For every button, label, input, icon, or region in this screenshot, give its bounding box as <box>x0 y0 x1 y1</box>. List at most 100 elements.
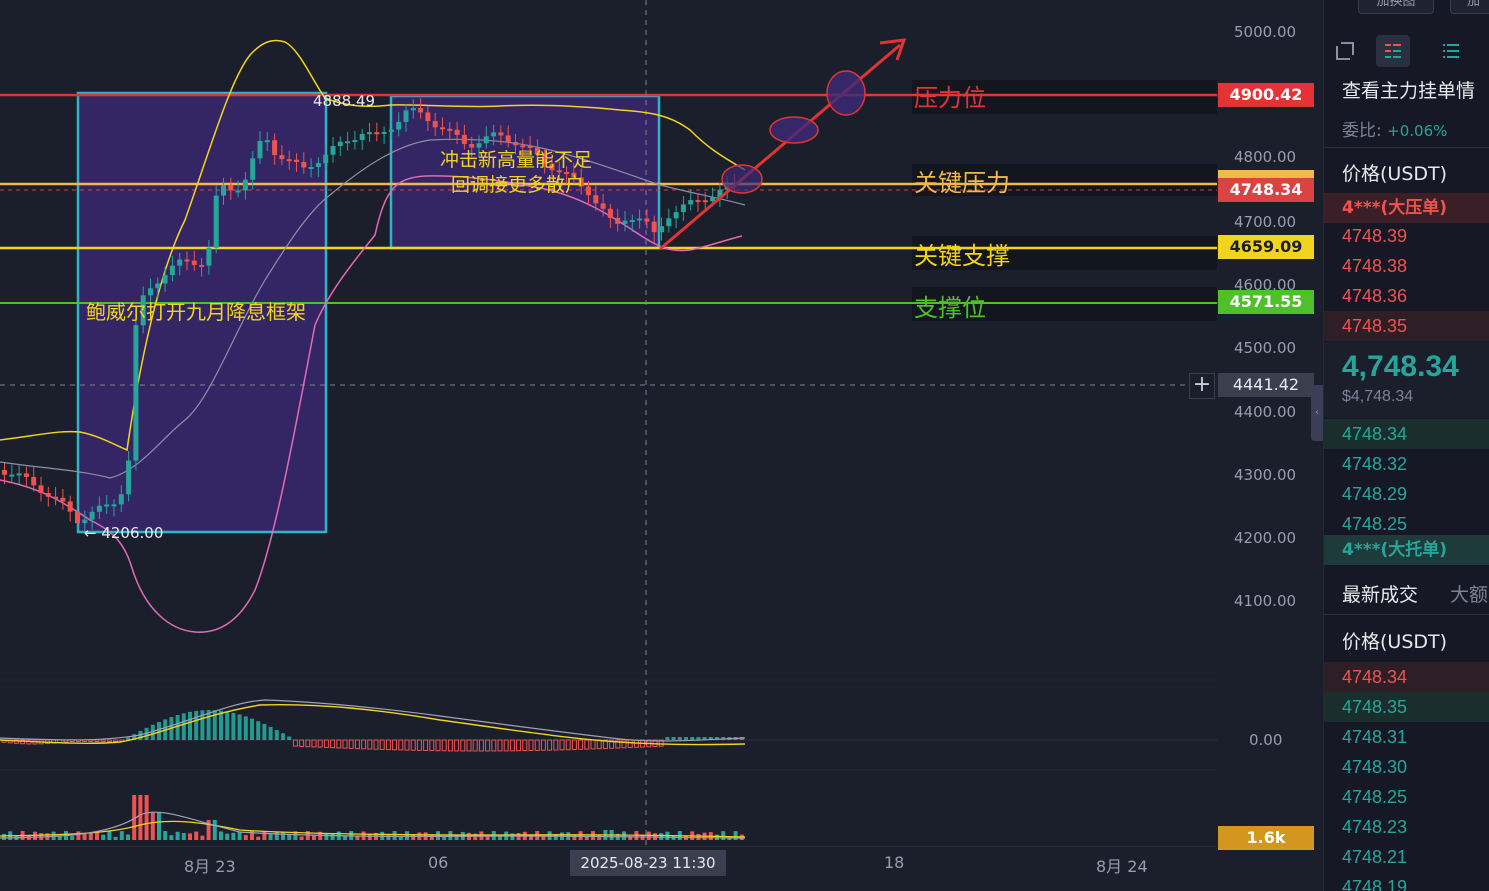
macd-bar <box>348 739 354 749</box>
box2-text-line1: 冲击新高量能不足 <box>440 149 593 171</box>
volume-bar <box>225 833 230 840</box>
price-chart[interactable] <box>0 0 1217 846</box>
box2-text-line2: 回调接更多散户 <box>451 174 585 196</box>
time-label-aug23: 8月 23 <box>184 857 236 876</box>
add-button[interactable]: 加 <box>1450 0 1489 14</box>
price-tick: 4700.00 <box>1234 213 1297 231</box>
bid-row[interactable]: 4748.29 <box>1324 479 1489 509</box>
macd-bar <box>460 739 466 752</box>
bid-row[interactable]: 4748.34 <box>1324 419 1489 449</box>
orderbook-both-icon <box>1385 44 1401 58</box>
candle-body <box>104 504 110 507</box>
macd-bar <box>466 739 472 752</box>
macd-histogram <box>1 710 744 752</box>
macd-bar <box>478 739 484 752</box>
key-pressure-label: 关键压力 <box>914 169 1010 197</box>
last-price-block: 4,748.34 $4,748.34 <box>1324 342 1489 418</box>
volume-bar <box>262 831 267 840</box>
trades-price-header: 价格(USDT) <box>1342 631 1448 653</box>
ask-row[interactable]: 4748.36 <box>1324 281 1489 311</box>
panel-collapse-handle[interactable]: ‹ <box>1311 385 1323 441</box>
macd-bar <box>571 739 577 751</box>
ask-row[interactable]: 4748.39 <box>1324 221 1489 251</box>
candle-body <box>680 204 686 213</box>
candle-body <box>264 140 270 143</box>
volume-bar <box>299 836 304 840</box>
macd-bar <box>416 739 422 751</box>
ratio-value: +0.06% <box>1387 122 1448 140</box>
macd-bar <box>540 739 546 751</box>
macd-bar <box>509 739 515 752</box>
candle-body <box>615 217 621 224</box>
candle-body <box>695 200 701 203</box>
trades-tab-latest[interactable]: 最新成交 <box>1342 580 1418 607</box>
list-view-icon[interactable] <box>1440 40 1462 62</box>
candle-body <box>272 140 278 156</box>
macd-bar <box>181 713 186 740</box>
candle-body <box>118 494 124 505</box>
volume-bar <box>578 831 583 840</box>
price-tick: 4300.00 <box>1234 466 1297 484</box>
box1-text: 鲍威尔打开九月降息框架 <box>86 300 306 324</box>
candle-body <box>374 132 380 135</box>
volume-bar <box>243 834 248 840</box>
macd-bar <box>292 739 298 747</box>
target-ellipse-2 <box>769 116 819 144</box>
candle-body <box>162 275 168 284</box>
ask-row[interactable]: 4748.38 <box>1324 251 1489 281</box>
candle-body <box>607 208 613 218</box>
volume-bar <box>169 835 174 840</box>
order-book-panel: 加换图 加 查看主力挂单情 委比: +0.06% 价格(USDT) 4***(大… <box>1323 0 1489 891</box>
add-crosshair-icon[interactable]: + <box>1189 373 1215 399</box>
main-orders-title[interactable]: 查看主力挂单情 <box>1342 76 1475 103</box>
candle-body <box>294 159 299 163</box>
candle-body <box>169 265 175 276</box>
high-marker: 4888.49 <box>313 92 376 110</box>
orderbook-divider <box>1324 147 1489 148</box>
trades-tab-large[interactable]: 大额 <box>1450 580 1488 607</box>
layout-icon[interactable] <box>1334 40 1356 62</box>
macd-bar <box>274 730 279 740</box>
macd-bar <box>336 739 342 749</box>
candle-body <box>440 127 445 130</box>
macd-bar <box>404 739 410 751</box>
macd-bar <box>385 739 391 751</box>
volume-bar <box>597 834 602 840</box>
bid-row[interactable]: 4748.32 <box>1324 449 1489 479</box>
macd-bar <box>237 714 242 740</box>
volume-bar <box>144 795 149 840</box>
volume-bar <box>101 834 106 840</box>
volume-bar <box>194 831 199 840</box>
candle-body <box>666 218 672 227</box>
trades-divider <box>1324 614 1489 615</box>
trade-row: 4748.34 <box>1324 662 1489 692</box>
price-tick: 5000.00 <box>1234 23 1297 41</box>
volume-bar <box>541 836 546 840</box>
candle-body <box>206 247 212 266</box>
volume-bar <box>436 831 440 840</box>
volume-bar <box>622 831 626 840</box>
volume-bar <box>398 836 403 840</box>
big-bid-row[interactable]: 4***(大托单) <box>1324 535 1489 565</box>
candle-body <box>2 470 7 475</box>
trade-row: 4748.23 <box>1342 817 1408 837</box>
big-ask-row[interactable]: 4***(大压单) <box>1324 193 1489 223</box>
price-axis[interactable]: 5000.00 4800.00 4700.00 4600.00 4500.00 … <box>1189 0 1317 891</box>
ask-row[interactable]: 4748.35 <box>1324 311 1489 341</box>
macd-bar <box>522 739 528 752</box>
chart-area[interactable]: 压力位 关键压力 关键支撑 支撑位 鲍威尔打开九月降息框架 冲击新高量能不足 回… <box>0 0 1217 846</box>
macd-bar <box>584 739 590 750</box>
macd-bar <box>256 721 261 740</box>
candle-body <box>593 195 599 204</box>
macd-bar <box>621 739 627 749</box>
candle-body <box>337 141 343 147</box>
volume-bar <box>721 831 726 840</box>
candle-body <box>242 179 248 191</box>
volume-bar <box>659 833 664 840</box>
macd-bar <box>410 739 416 751</box>
volume-bar <box>281 832 285 840</box>
both-sides-view-button[interactable] <box>1376 35 1410 67</box>
crosshair-time-badge: 2025-08-23 11:30 <box>570 850 726 876</box>
switch-chart-button[interactable]: 加换图 <box>1358 0 1434 14</box>
current-price-badge: 4748.34 <box>1218 178 1314 202</box>
